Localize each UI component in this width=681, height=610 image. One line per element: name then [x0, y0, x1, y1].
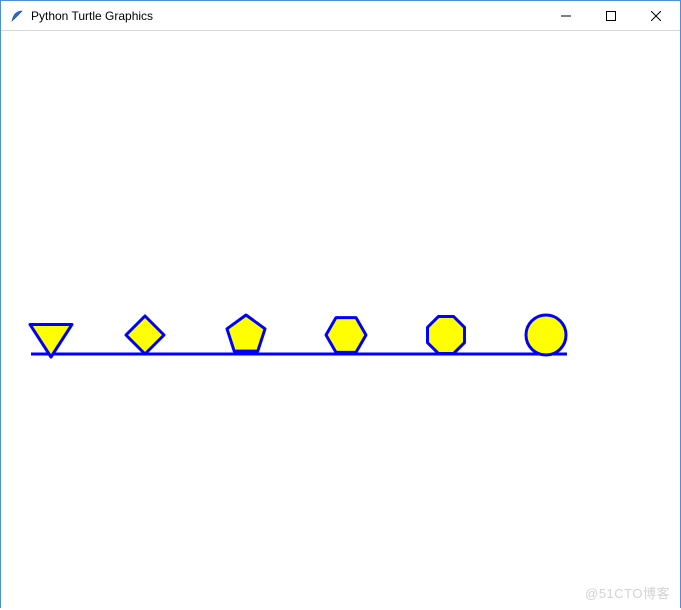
- turtle-drawing: [3, 33, 678, 605]
- close-button[interactable]: [633, 1, 678, 30]
- canvas-frame: @51CTO博客: [1, 31, 680, 610]
- turtle-feather-icon: [9, 8, 25, 24]
- pentagon-shape: [227, 315, 265, 351]
- turtle-canvas: @51CTO博客: [3, 33, 678, 608]
- maximize-button[interactable]: [588, 1, 633, 30]
- octagon-shape: [428, 317, 465, 354]
- titlebar[interactable]: Python Turtle Graphics: [1, 1, 680, 31]
- window-controls: [543, 1, 678, 30]
- window-title: Python Turtle Graphics: [31, 1, 543, 31]
- hexagon-shape: [326, 318, 366, 353]
- circle-shape: [526, 315, 566, 355]
- square-diamond-shape: [126, 316, 164, 354]
- triangle-shape: [30, 324, 72, 357]
- app-window: Python Turtle Graphics @51CTO博客: [0, 0, 681, 608]
- minimize-button[interactable]: [543, 1, 588, 30]
